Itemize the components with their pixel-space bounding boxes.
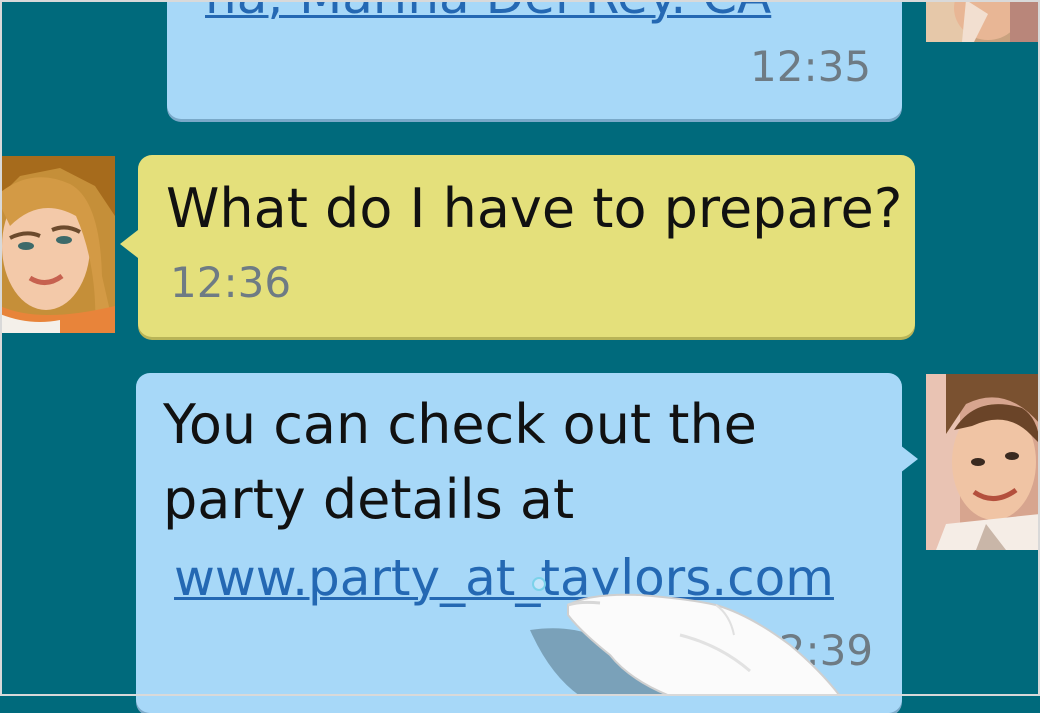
portrait-photo-icon (926, 374, 1040, 550)
message-text: What do I have to prepare? (166, 177, 903, 240)
finger-tap-icon (520, 575, 860, 696)
avatar-contact-top[interactable] (926, 0, 1040, 42)
avatar-contact-outgoing[interactable] (926, 374, 1040, 550)
touch-point-icon (532, 577, 546, 591)
portrait-photo-icon (0, 156, 115, 333)
message-text-line-2: party details at (163, 468, 575, 531)
bubble-tail (120, 230, 138, 258)
avatar-contact-incoming[interactable] (0, 156, 115, 333)
message-timestamp: 12:35 (750, 42, 872, 91)
portrait-photo-icon (926, 0, 1040, 42)
bubble-tail (900, 445, 918, 473)
address-link[interactable]: na, Marina Del Rey. CA (205, 0, 771, 26)
message-text-line-1: You can check out the (163, 393, 757, 456)
message-timestamp: 12:36 (170, 258, 292, 307)
